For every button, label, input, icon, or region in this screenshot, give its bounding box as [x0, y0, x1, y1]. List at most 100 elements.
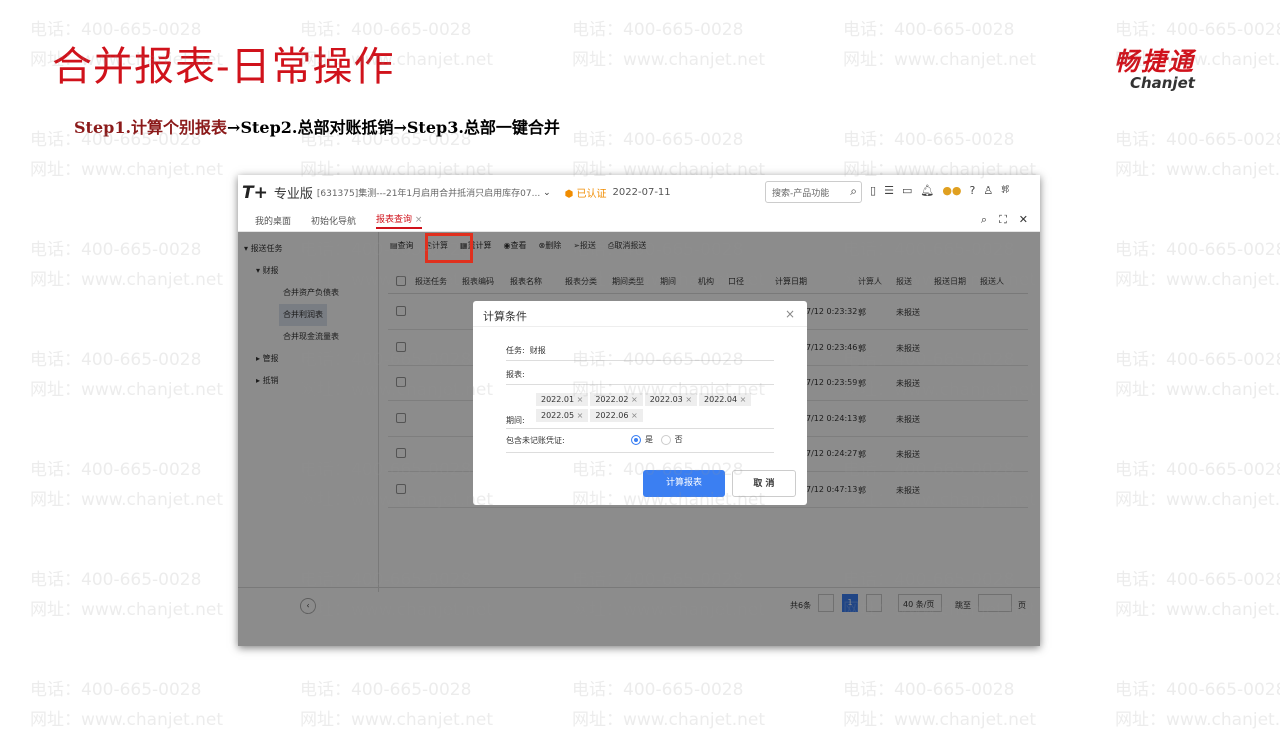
search-icon[interactable]: ⌕ [850, 184, 857, 199]
watermark-phone: 电话：400-665-0028 [1115, 570, 1280, 590]
watermark-site: 网址：www.chanjet.net [572, 50, 766, 70]
period-tag[interactable]: 2022.05 × [536, 409, 589, 422]
watermark: 电话：400-665-0028 网址：www.chanjet.net [572, 675, 765, 735]
chevron-down-icon[interactable]: ⌄ [540, 188, 551, 198]
step1: Step1.计算个别报表 [74, 118, 228, 137]
tag-label: 2022.06 [595, 411, 629, 420]
step2: →Step2.总部对账抵销 [227, 118, 394, 137]
remove-icon[interactable]: × [740, 395, 747, 404]
watermark-site: 网址：www.chanjet.net [30, 270, 224, 290]
watermark-phone: 电话：400-665-0028 [843, 20, 1015, 40]
slide-title: 合并报表-日常操作 [52, 44, 395, 90]
close-icon[interactable]: ✕ [1019, 213, 1028, 227]
period-tag[interactable]: 2022.02 × [590, 393, 643, 406]
radio-no[interactable] [660, 434, 671, 445]
calc-dialog: 计算条件 × 任务: 财报 报表: 期间: 2022.01 × 2022.02 ×… [473, 301, 807, 505]
watermark: 电话：400-665-0028 网址：www.chanjet.net [30, 565, 223, 625]
tag-label: 2022.04 [704, 395, 738, 404]
watermark-site: 网址：www.chanjet.net [30, 710, 224, 730]
watermark-phone: 电话：400-665-0028 [30, 680, 202, 700]
include-unposted-field: 包含未记账凭证: 是 否 [506, 434, 774, 453]
remove-icon[interactable]: × [577, 395, 584, 404]
watermark: 电话：400-665-0028 网址：www.chanjet.net [1115, 455, 1280, 515]
period-tag[interactable]: 2022.04 × [699, 393, 752, 406]
mascot-icon[interactable]: ●● [942, 184, 961, 197]
report-field[interactable]: 报表: [506, 369, 774, 385]
watermark-phone: 电话：400-665-0028 [1115, 350, 1280, 370]
tab-bar: 我的桌面 初始化导航 报表查询 × [238, 210, 1040, 232]
remove-icon[interactable]: × [685, 395, 692, 404]
message-icon[interactable]: ▭ [902, 184, 912, 197]
certified-badge: ⬢ 已认证 [564, 189, 607, 200]
watermark-phone: 电话：400-665-0028 [300, 680, 472, 700]
app-header: T+ 专业版 [631375]集测---21年1月启用合并抵消只启用库存07..… [238, 175, 1040, 210]
watermark-phone: 电话：400-665-0028 [1115, 680, 1280, 700]
fullscreen-icon[interactable]: ⛶ [999, 213, 1007, 227]
search-placeholder: 搜索-产品功能 [772, 189, 830, 199]
steps-caption: Step1.计算个别报表→Step2.总部对账抵销→Step3.总部一键合并 [74, 114, 560, 138]
watermark-site: 网址：www.chanjet.net [30, 600, 224, 620]
period-tag[interactable]: 2022.03 × [644, 393, 698, 406]
dialog-title: 计算条件 [483, 310, 527, 323]
calculate-report-button[interactable]: 计算报表 [643, 470, 725, 497]
watermark: 电话：400-665-0028 网址：www.chanjet.net [1115, 565, 1280, 625]
logo-en: Chanjet [1130, 74, 1195, 92]
watermark-site: 网址：www.chanjet.net [300, 710, 494, 730]
watermark-phone: 电话：400-665-0028 [30, 350, 202, 370]
chanjet-logo: 畅捷通 Chanjet [1088, 42, 1195, 92]
brand-logo: T+ [242, 182, 268, 203]
watermark: 电话：400-665-0028 网址：www.chanjet.net [30, 455, 223, 515]
watermark-phone: 电话：400-665-0028 [843, 130, 1015, 150]
radio-yes[interactable] [631, 434, 641, 445]
watermark-site: 网址：www.chanjet.net [572, 710, 766, 730]
bell-icon[interactable]: 🔔︎ [920, 184, 934, 197]
period-tag[interactable]: 2022.06 × [590, 409, 643, 422]
watermark: 电话：400-665-0028 网址：www.chanjet.net [1115, 345, 1280, 405]
remove-icon[interactable]: × [577, 411, 584, 420]
list-icon[interactable]: ☰ [884, 184, 894, 197]
watermark-site: 网址：www.chanjet.net [1115, 600, 1280, 620]
tab-init-nav[interactable]: 初始化导航 [311, 214, 356, 227]
period-field[interactable]: 期间: 2022.01 × 2022.02 × 2022.03 × 2022.04 ×… [506, 391, 774, 429]
watermark-phone: 电话：400-665-0028 [1115, 130, 1280, 150]
tab-desktop[interactable]: 我的桌面 [255, 214, 291, 227]
task-label: 任务: [506, 346, 525, 355]
close-icon[interactable]: × [785, 307, 795, 321]
watermark: 电话：400-665-0028 网址：www.chanjet.net [843, 15, 1036, 75]
tag-label: 2022.05 [541, 411, 575, 420]
search-input[interactable]: 搜索-产品功能 ⌕ [765, 181, 862, 203]
period-tag[interactable]: 2022.01 × [536, 393, 589, 406]
close-icon[interactable]: × [415, 215, 423, 225]
step3: →Step3.总部一键合并 [393, 118, 560, 137]
tag-label: 2022.02 [595, 395, 629, 404]
no-label: 否 [674, 435, 683, 444]
watermark-site: 网址：www.chanjet.net [30, 160, 224, 180]
watermark: 电话：400-665-0028 网址：www.chanjet.net [843, 675, 1036, 735]
search-icon[interactable]: ⌕ [981, 213, 987, 227]
app-date: 2022-07-11 [612, 187, 671, 198]
tab-label: 报表查询 [376, 215, 413, 225]
edition: 专业版 [273, 187, 313, 202]
watermark: 电话：400-665-0028 网址：www.chanjet.net [1115, 125, 1280, 185]
report-label: 报表: [506, 370, 525, 379]
watermark-phone: 电话：400-665-0028 [30, 570, 202, 590]
watermark-site: 网址：www.chanjet.net [30, 380, 224, 400]
account-selector[interactable]: [631375]集测---21年1月启用合并抵消只启用库存07... [317, 186, 540, 199]
watermark-phone: 电话：400-665-0028 [1115, 20, 1280, 40]
help-icon[interactable]: ? [970, 184, 976, 197]
watermark-phone: 电话：400-665-0028 [30, 240, 202, 260]
watermark-phone: 电话：400-665-0028 [30, 460, 202, 480]
watermark-site: 网址：www.chanjet.net [843, 50, 1037, 70]
tab-report-query[interactable]: 报表查询 × [376, 212, 423, 229]
task-field: 任务: 财报 [506, 345, 774, 361]
watermark-site: 网址：www.chanjet.net [1115, 380, 1280, 400]
user-icon[interactable]: ♙ [983, 184, 993, 197]
remove-icon[interactable]: × [631, 411, 638, 420]
calculator-icon[interactable]: ▯ [870, 184, 876, 197]
user-name[interactable]: 郭 [1001, 184, 1009, 197]
watermark-site: 网址：www.chanjet.net [1115, 270, 1280, 290]
watermark-site: 网址：www.chanjet.net [1115, 490, 1280, 510]
tag-label: 2022.01 [541, 395, 575, 404]
remove-icon[interactable]: × [631, 395, 638, 404]
cancel-button[interactable]: 取 消 [732, 470, 796, 497]
